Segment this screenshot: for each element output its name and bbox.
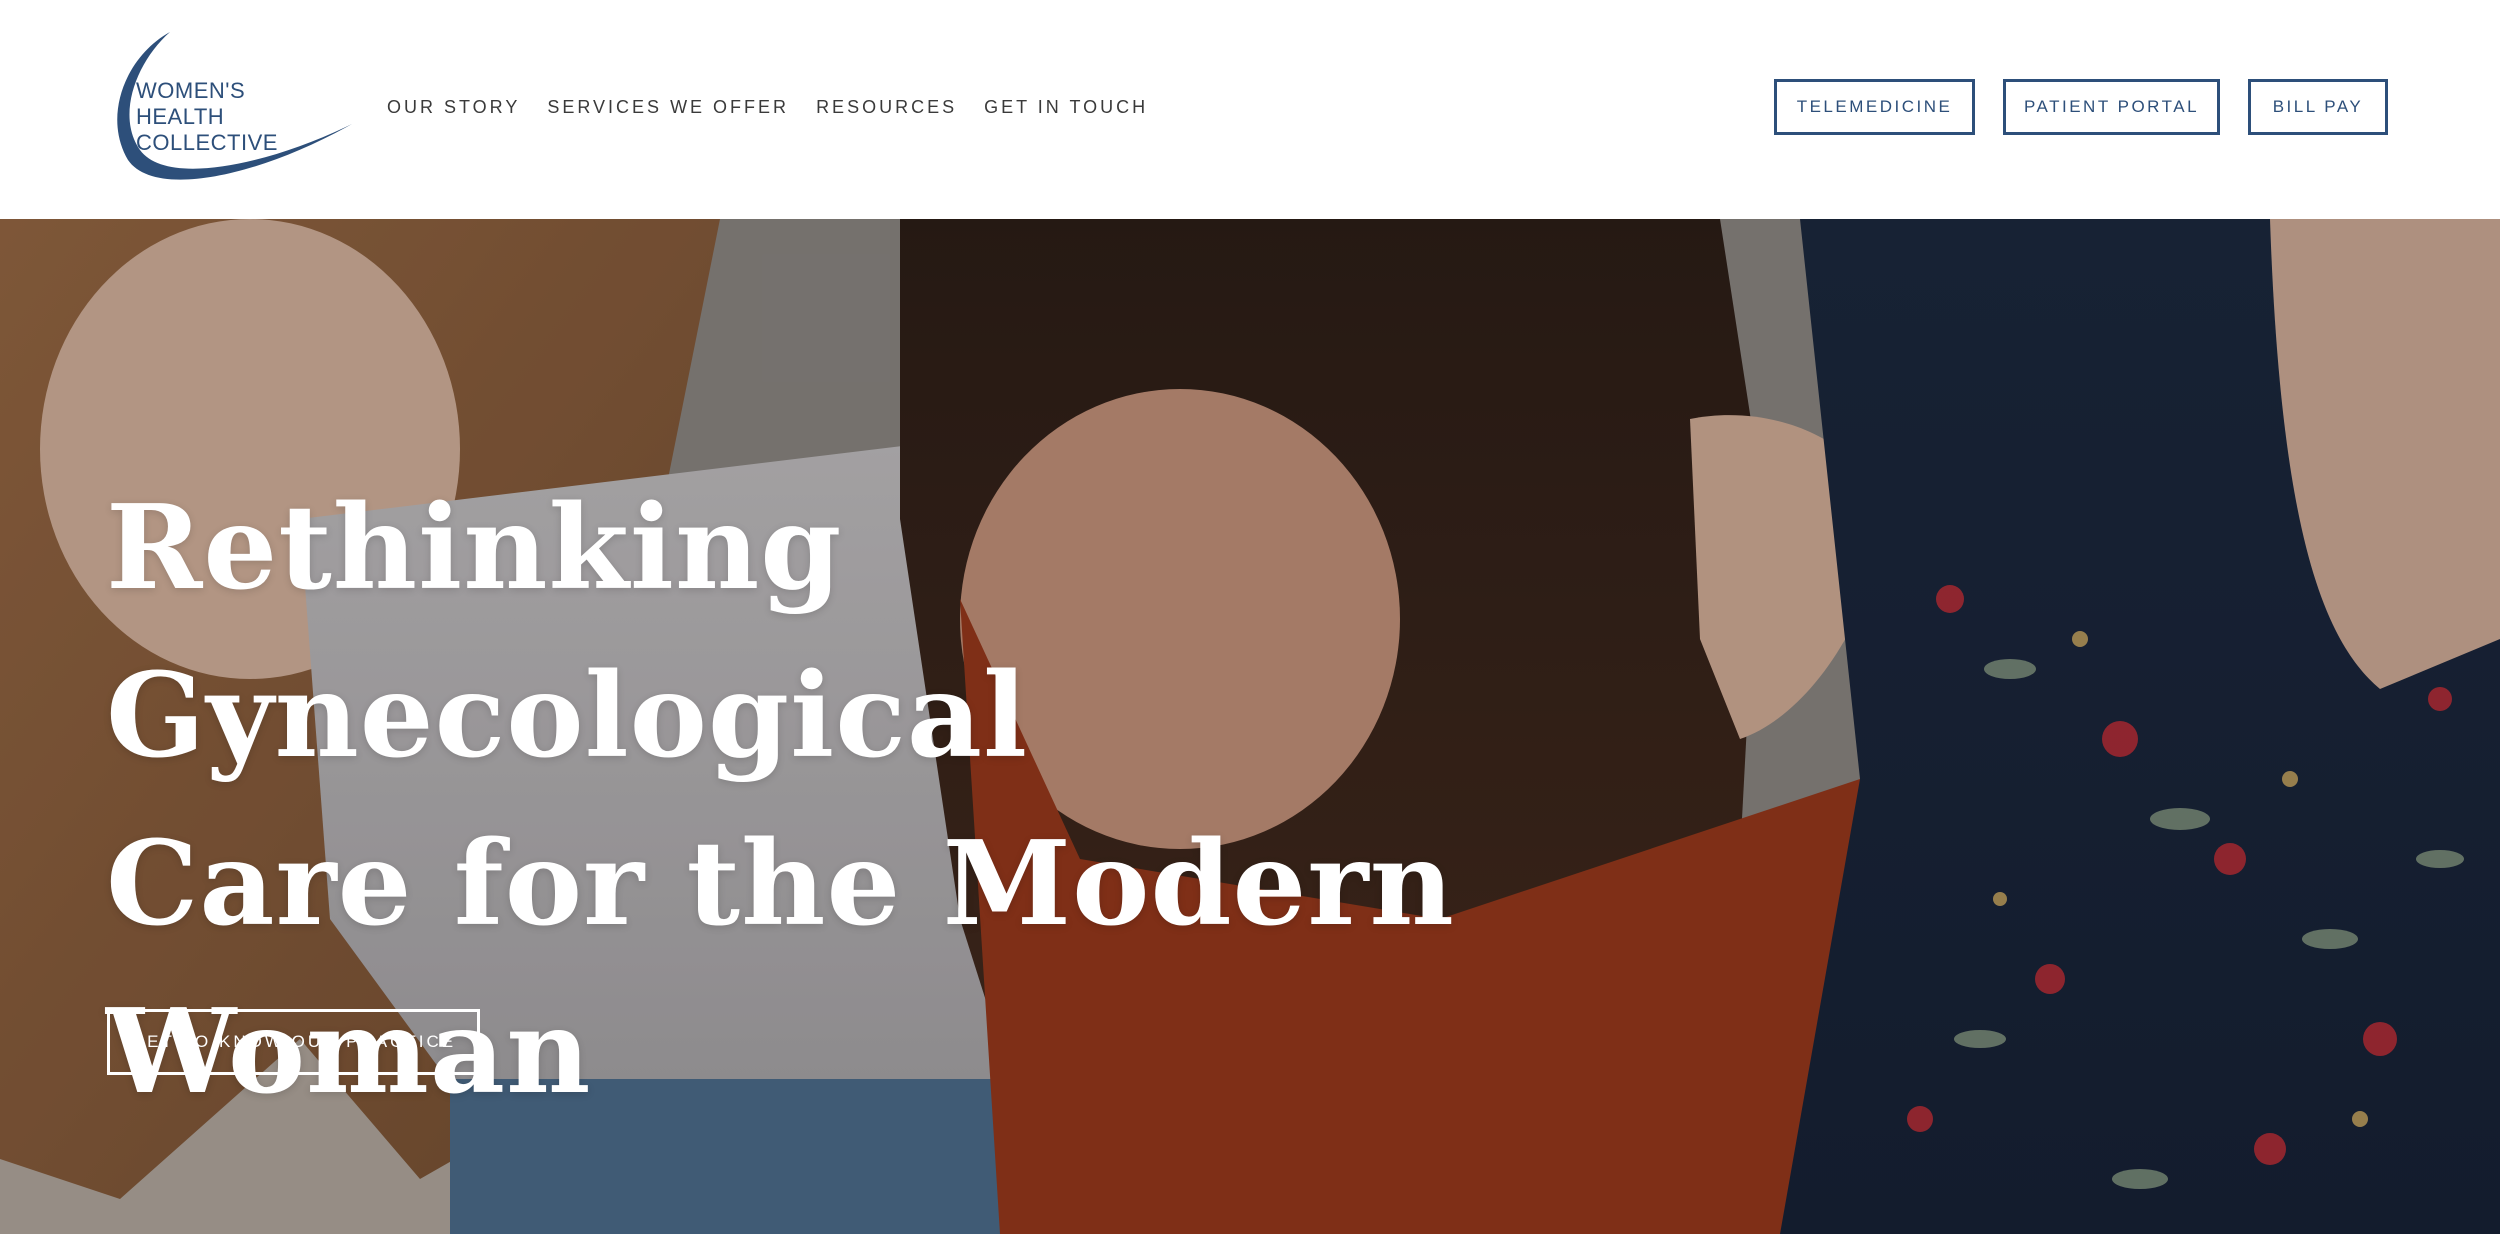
telemedicine-button[interactable]: TELEMEDICINE [1774, 79, 1975, 135]
header-button-group: TELEMEDICINE PATIENT PORTAL BILL PAY [1774, 79, 2388, 135]
logo-line-3: COLLECTIVE [136, 130, 278, 155]
hero-title-line-2: Care for the Modern [106, 816, 1455, 952]
bill-pay-button[interactable]: BILL PAY [2248, 79, 2388, 135]
hero-title-line-1: Rethinking Gynecological [106, 480, 1029, 784]
site-logo[interactable]: WOMEN'S HEALTH COLLECTIVE [106, 26, 356, 186]
nav-resources[interactable]: RESOURCES [816, 97, 957, 118]
logo-line-2: HEALTH [136, 104, 225, 129]
main-nav: OUR STORY SERVICES WE OFFER RESOURCES GE… [387, 92, 1175, 122]
logo-line-1: WOMEN'S [136, 78, 246, 103]
site-header: WOMEN'S HEALTH COLLECTIVE OUR STORY SERV… [0, 0, 2500, 219]
nav-our-story[interactable]: OUR STORY [387, 97, 520, 118]
nav-get-in-touch[interactable]: GET IN TOUCH [984, 97, 1148, 118]
get-to-know-practice-button[interactable]: GET TO KNOW OUR PRACTICE [107, 1009, 480, 1075]
patient-portal-button[interactable]: PATIENT PORTAL [2003, 79, 2220, 135]
nav-services-we-offer[interactable]: SERVICES WE OFFER [547, 97, 789, 118]
hero-section: Rethinking Gynecological Care for the Mo… [0, 219, 2500, 1234]
logo-wordmark: WOMEN'S HEALTH COLLECTIVE [136, 78, 278, 156]
